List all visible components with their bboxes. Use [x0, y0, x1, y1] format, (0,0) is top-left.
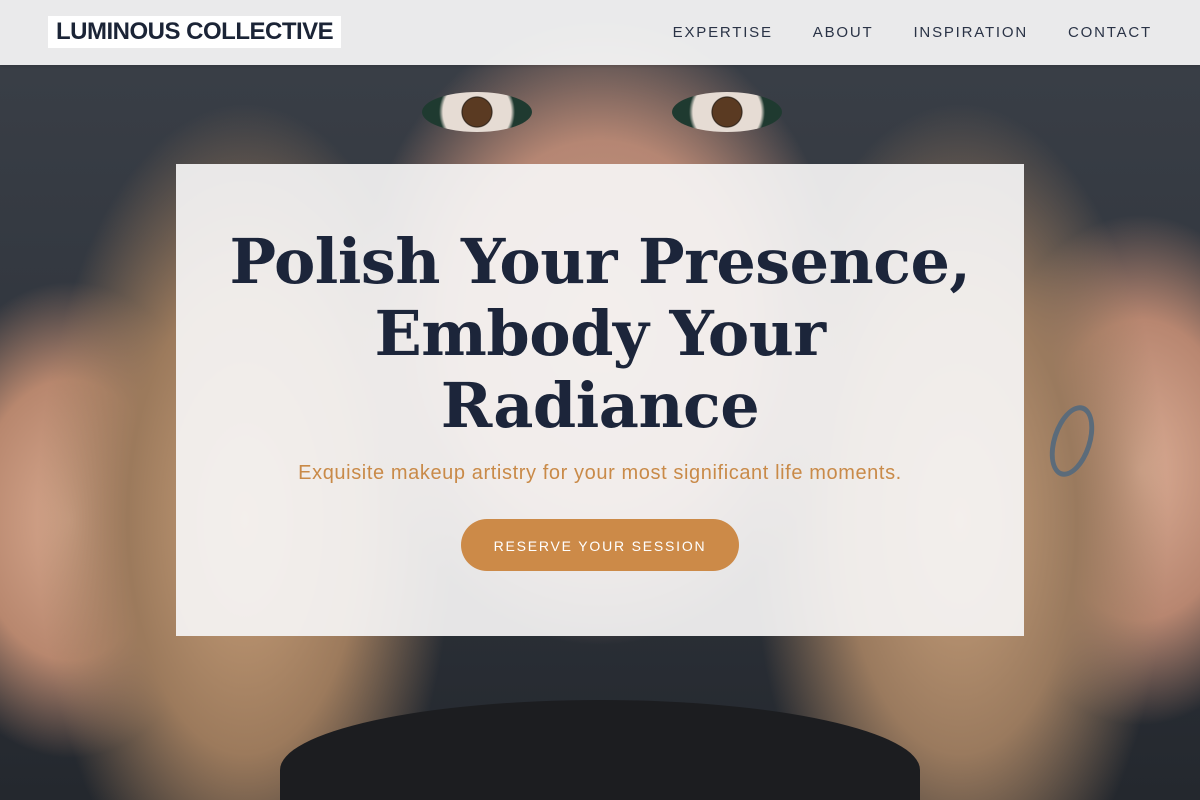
nav-link-expertise[interactable]: EXPERTISE [673, 24, 773, 41]
model-ring [1041, 399, 1103, 483]
model-shirt [280, 700, 920, 800]
model-left-eye [422, 92, 532, 132]
model-right-eye [672, 92, 782, 132]
hero-card: Polish Your Presence, Embody Your Radian… [176, 164, 1024, 636]
nav-link-inspiration[interactable]: INSPIRATION [913, 24, 1028, 41]
site-header: LUMINOUS COLLECTIVE EXPERTISE ABOUT INSP… [0, 0, 1200, 65]
hero-title: Polish Your Presence, Embody Your Radian… [229, 225, 971, 442]
nav-link-about[interactable]: ABOUT [813, 24, 874, 41]
page: LUMINOUS COLLECTIVE EXPERTISE ABOUT INSP… [0, 0, 1200, 800]
reserve-session-button[interactable]: RESERVE YOUR SESSION [461, 519, 739, 571]
hero-subtitle: Exquisite makeup artistry for your most … [298, 462, 902, 484]
nav-link-contact[interactable]: CONTACT [1068, 24, 1152, 41]
main-nav: EXPERTISE ABOUT INSPIRATION CONTACT [673, 0, 1152, 65]
brand-logo[interactable]: LUMINOUS COLLECTIVE [48, 16, 342, 48]
